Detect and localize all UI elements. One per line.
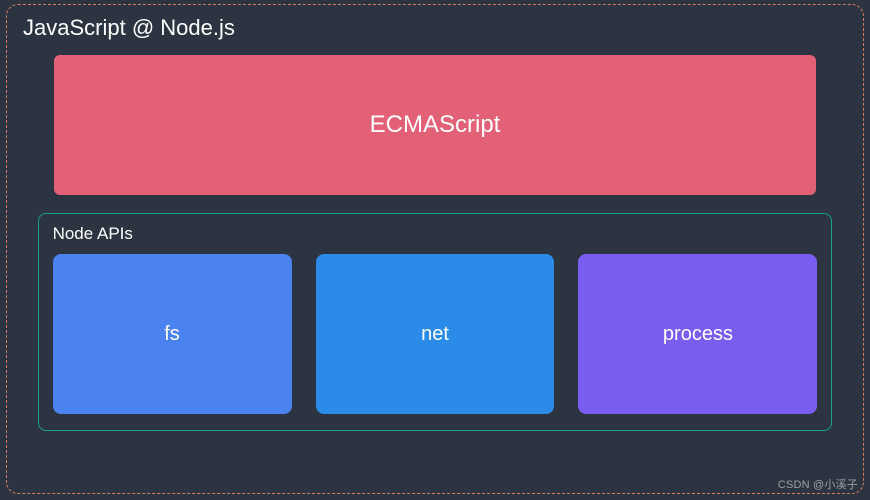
api-box-process: process [578,254,817,414]
ecmascript-box: ECMAScript [54,55,816,195]
node-apis-row: fs net process [53,254,818,414]
api-label-net: net [421,323,449,346]
diagram-title: JavaScript @ Node.js [23,15,849,41]
api-label-fs: fs [164,323,180,346]
api-box-fs: fs [53,254,292,414]
watermark-text: CSDN @小溪子 [778,476,858,492]
api-box-net: net [316,254,555,414]
javascript-nodejs-container: JavaScript @ Node.js ECMAScript Node API… [6,4,864,494]
ecmascript-label: ECMAScript [370,111,501,139]
api-label-process: process [663,323,733,346]
node-apis-container: Node APIs fs net process [38,213,833,431]
node-apis-title: Node APIs [53,224,818,244]
